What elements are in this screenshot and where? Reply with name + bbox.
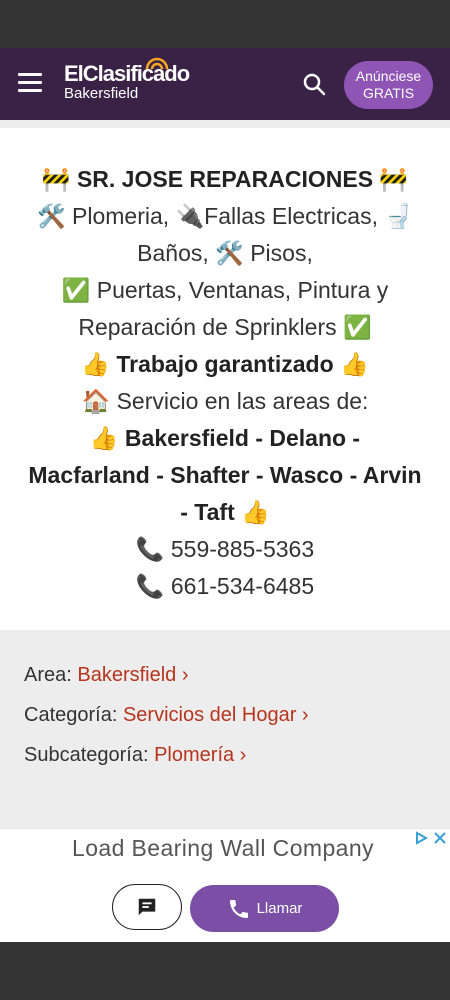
phone-number[interactable]: 📞 559-885-5363 <box>0 531 450 568</box>
message-button[interactable] <box>112 884 182 930</box>
call-button[interactable]: Llamar <box>190 885 339 932</box>
menu-icon[interactable] <box>18 73 42 93</box>
subcategory-label: Subcategoría: <box>24 744 155 766</box>
description-line: Baños, 🛠️ Pisos, <box>137 240 313 266</box>
search-icon[interactable] <box>302 72 326 96</box>
ad-text[interactable]: Load Bearing Wall Company <box>72 835 374 862</box>
description-line: ✅ Puertas, Ventanas, Pintura y <box>61 277 389 303</box>
listing-description: 🚧 SR. JOSE REPARACIONES 🚧 🛠️ Plomeria, 🔌… <box>0 128 450 630</box>
description-line: 👍 Bakersfield - Delano - <box>89 425 361 451</box>
system-nav-bar <box>0 942 450 1000</box>
ad-banner[interactable]: Load Bearing Wall Company <box>0 828 450 873</box>
logo-city: Bakersfield <box>64 85 139 102</box>
category-label: Categoría: <box>24 704 123 726</box>
description-line: 👍 Trabajo garantizado 👍 <box>81 351 369 377</box>
phone-number[interactable]: 📞 661-534-6485 <box>0 568 450 605</box>
description-line: 🏠 Servicio en las areas de: <box>81 388 369 414</box>
chat-icon <box>138 898 156 916</box>
subcategory-row: Subcategoría: Plomería › <box>24 744 246 767</box>
area-label: Area: <box>24 664 78 686</box>
area-row: Area: Bakersfield › <box>24 664 189 687</box>
category-row: Categoría: Servicios del Hogar › <box>24 704 309 727</box>
subcategory-link[interactable]: Plomería › <box>154 744 246 766</box>
description-line: 🛠️ Plomeria, 🔌Fallas Electricas, 🚽 <box>36 203 414 229</box>
advertise-free-button[interactable]: Anúnciese GRATIS <box>344 61 433 109</box>
description-line: - Taft 👍 <box>180 499 270 525</box>
promo-line2: GRATIS <box>362 85 415 101</box>
phone-icon <box>229 899 248 918</box>
listing-title: 🚧 SR. JOSE REPARACIONES 🚧 <box>41 166 409 192</box>
signal-arc-icon <box>145 57 169 70</box>
adchoices-icon[interactable] <box>414 830 448 846</box>
call-label: Llamar <box>256 900 303 917</box>
status-bar <box>0 0 450 48</box>
category-link[interactable]: Servicios del Hogar › <box>123 704 309 726</box>
description-line: Reparación de Sprinklers ✅ <box>78 314 372 340</box>
site-logo[interactable]: ElClasificado Bakersfield <box>64 57 190 102</box>
listing-details: Area: Bakersfield › Categoría: Servicios… <box>0 630 450 804</box>
area-link[interactable]: Bakersfield › <box>77 664 188 686</box>
logo-brand: ElClasificado <box>64 61 190 86</box>
description-line: Macfarland - Shafter - Wasco - Arvin <box>28 462 422 488</box>
promo-line1: Anúnciese <box>355 68 422 84</box>
